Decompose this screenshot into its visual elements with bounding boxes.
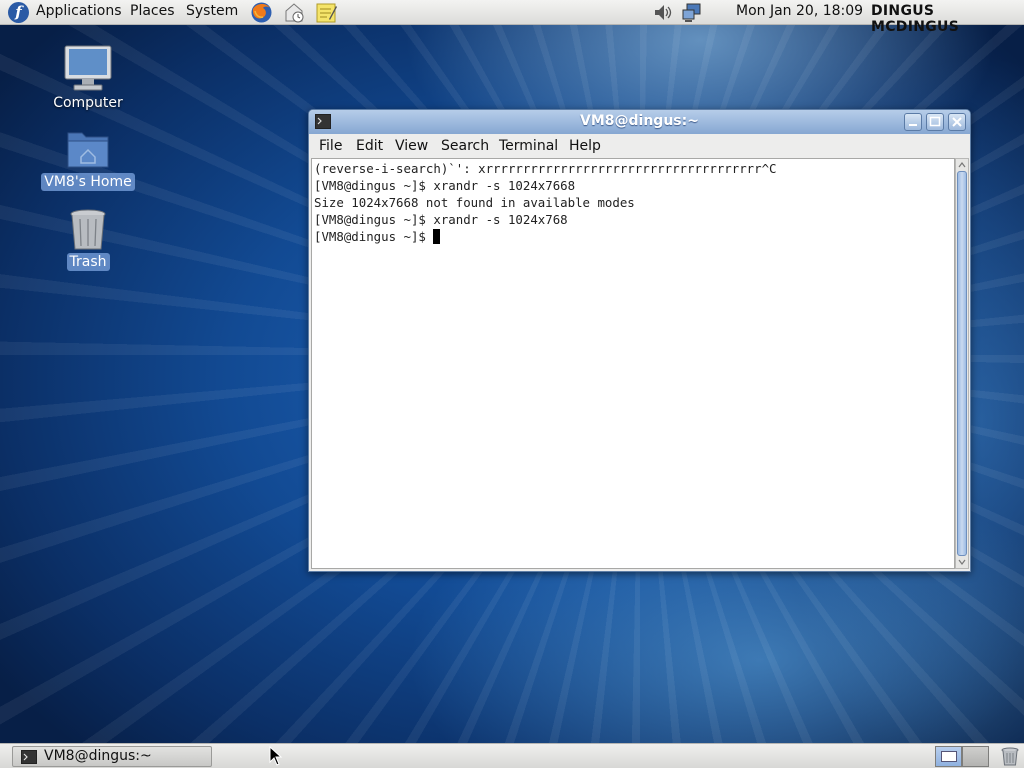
- taskbar-item-terminal[interactable]: VM8@dingus:~: [12, 746, 212, 767]
- clock[interactable]: Mon Jan 20, 18:09: [736, 3, 863, 19]
- minimize-button[interactable]: [904, 113, 922, 131]
- menu-edit[interactable]: Edit: [356, 138, 383, 154]
- network-icon[interactable]: [681, 2, 703, 23]
- terminal-prompt: [VM8@dingus ~]$: [314, 229, 434, 244]
- desktop-icon-label: VM8's Home: [41, 173, 135, 191]
- system-menu[interactable]: System: [186, 3, 238, 19]
- window-titlebar[interactable]: VM8@dingus:~: [309, 110, 970, 134]
- desktop-icon-trash[interactable]: Trash: [38, 207, 138, 271]
- menu-help[interactable]: Help: [569, 138, 601, 154]
- close-icon: [952, 117, 962, 127]
- maximize-icon: [929, 116, 941, 127]
- home-folder-icon: [67, 132, 109, 168]
- menubar: File Edit View Search Terminal Help: [309, 134, 970, 158]
- terminal-line: Size 1024x7668 not found in available mo…: [314, 195, 635, 210]
- terminal-window[interactable]: VM8@dingus:~ File Edit View Search Termi…: [308, 109, 971, 572]
- applications-menu[interactable]: Applications: [36, 3, 122, 19]
- minimize-icon: [909, 124, 917, 126]
- places-menu[interactable]: Places: [130, 3, 175, 19]
- taskbar-item-label: VM8@dingus:~: [44, 748, 152, 764]
- workspace-1[interactable]: [935, 746, 962, 767]
- scroll-up-icon[interactable]: [957, 160, 967, 170]
- menu-file[interactable]: File: [319, 138, 342, 154]
- terminal-line: [VM8@dingus ~]$ xrandr -s 1024x768: [314, 212, 568, 227]
- fedora-logo-icon[interactable]: f: [8, 2, 29, 23]
- workspace-window-thumbnail: [941, 751, 957, 762]
- terminal-scrollbar[interactable]: [955, 158, 969, 569]
- desktop-icon-home[interactable]: VM8's Home: [38, 127, 138, 191]
- computer-icon: [64, 45, 112, 91]
- text-cursor: [433, 229, 441, 244]
- user-name[interactable]: DINGUS MCDINGUS: [871, 3, 1024, 35]
- terminal-line: [VM8@dingus ~]$ xrandr -s 1024x7668: [314, 178, 576, 193]
- top-panel: f Applications Places System Mon Jan 20,…: [0, 0, 1024, 35]
- terminal-icon: [21, 750, 37, 764]
- terminal-output[interactable]: (reverse-i-search)`': xrrrrrrrrrrrrrrrrr…: [311, 158, 955, 569]
- bottom-panel: VM8@dingus:~: [0, 743, 1024, 768]
- desktop-icon-label: Trash: [66, 253, 110, 271]
- scrollbar-thumb[interactable]: [957, 171, 967, 556]
- mail-icon[interactable]: [283, 1, 306, 24]
- terminal-line: (reverse-i-search)`': xrrrrrrrrrrrrrrrrr…: [314, 161, 777, 176]
- terminal-prompt-line: [VM8@dingus ~]$: [314, 228, 954, 245]
- scroll-down-icon[interactable]: [957, 557, 967, 567]
- desktop-icon-computer[interactable]: Computer: [38, 44, 138, 112]
- menu-view[interactable]: View: [395, 138, 428, 154]
- workspace-2[interactable]: [962, 746, 989, 767]
- trash-icon: [70, 209, 106, 250]
- menu-terminal[interactable]: Terminal: [499, 138, 558, 154]
- firefox-icon[interactable]: [250, 1, 273, 24]
- maximize-button[interactable]: [926, 113, 944, 131]
- notes-icon[interactable]: [315, 1, 338, 24]
- trash-applet-icon[interactable]: [999, 746, 1021, 767]
- mouse-pointer-icon: [269, 746, 283, 766]
- window-title: VM8@dingus:~: [580, 113, 699, 129]
- close-button[interactable]: [948, 113, 966, 131]
- volume-icon[interactable]: [652, 2, 674, 23]
- menu-search[interactable]: Search: [441, 138, 489, 154]
- desktop-icon-label: Computer: [53, 95, 123, 111]
